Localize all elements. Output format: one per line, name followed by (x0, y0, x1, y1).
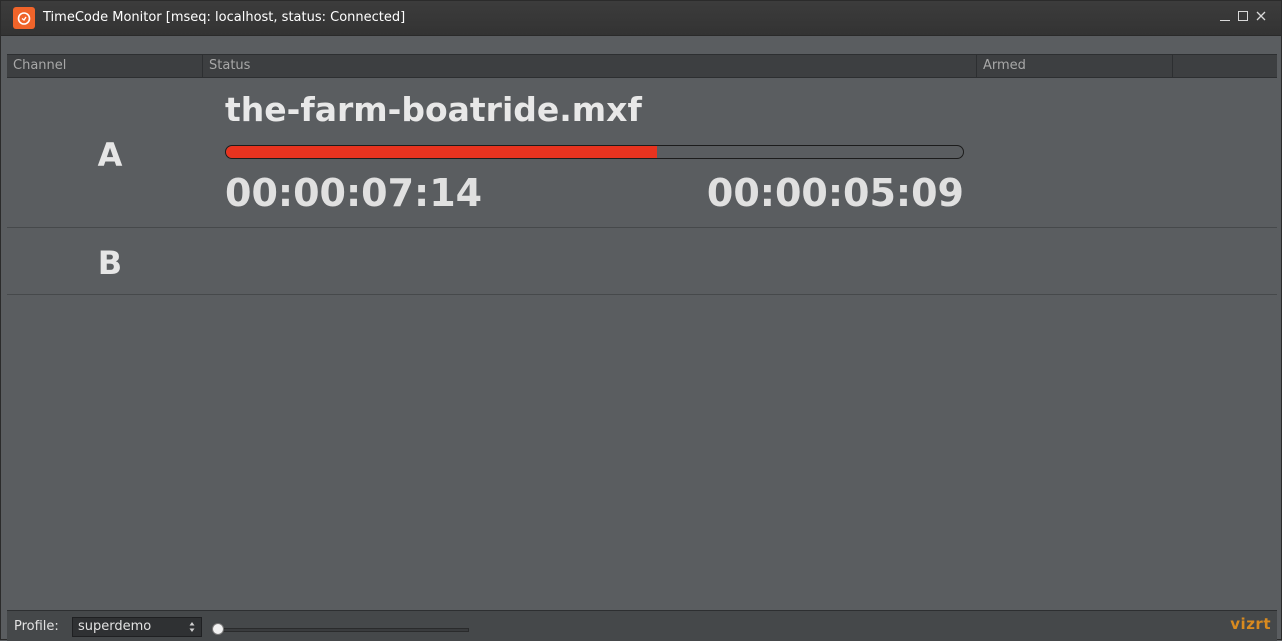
column-header-extra[interactable] (1173, 55, 1277, 77)
zoom-slider-handle[interactable] (212, 623, 224, 635)
channel-row[interactable]: B (7, 228, 1277, 295)
profile-label: Profile: (14, 619, 59, 634)
clip-progress-bar (225, 145, 964, 159)
window-title: TimeCode Monitor [mseq: localhost, statu… (43, 10, 406, 25)
maximize-button[interactable] (1237, 8, 1249, 24)
close-icon (1256, 11, 1266, 21)
clip-name: the-farm-boatride.mxf (225, 90, 642, 129)
remaining-timecode: 00:00:05:09 (706, 171, 964, 215)
channel-label: A (97, 136, 123, 174)
title-bar[interactable]: TimeCode Monitor [mseq: localhost, statu… (1, 1, 1281, 36)
channel-row[interactable]: A the-farm-boatride.mxf 00:00:07:14 00:0… (7, 78, 1277, 228)
stopwatch-icon (13, 7, 35, 29)
close-button[interactable] (1255, 8, 1267, 24)
updown-arrow-icon (189, 622, 195, 632)
clip-progress-fill (226, 146, 658, 158)
status-footer: Profile: superdemo vizrt (7, 610, 1277, 641)
channel-label: B (97, 244, 123, 282)
vizrt-logo: vizrt (1230, 615, 1271, 633)
column-header-status[interactable]: Status (203, 55, 977, 77)
window-controls (1219, 8, 1267, 24)
channel-list: A the-farm-boatride.mxf 00:00:07:14 00:0… (7, 78, 1277, 609)
column-header-armed[interactable]: Armed (977, 55, 1173, 77)
profile-value: superdemo (78, 619, 152, 634)
minimize-button[interactable] (1219, 8, 1231, 24)
timecode-monitor-window: TimeCode Monitor [mseq: localhost, statu… (0, 0, 1282, 641)
zoom-slider-track[interactable] (219, 628, 469, 632)
table-header: Channel Status Armed (7, 54, 1277, 78)
profile-select[interactable]: superdemo (72, 617, 202, 637)
elapsed-timecode: 00:00:07:14 (225, 171, 483, 215)
column-header-channel[interactable]: Channel (7, 55, 203, 77)
